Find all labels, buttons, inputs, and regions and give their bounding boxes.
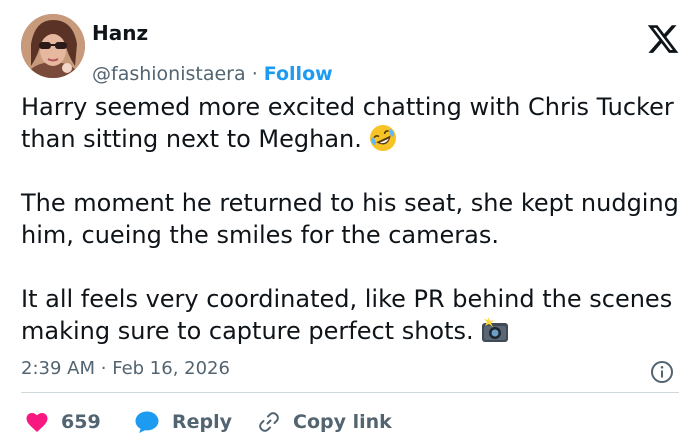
handle-separator: ·	[251, 63, 258, 85]
reply-bubble-icon	[135, 411, 159, 433]
tweet-timestamp[interactable]: 2:39 AM · Feb 16, 2026	[21, 357, 230, 381]
likes-count: 659	[61, 411, 101, 433]
link-icon	[259, 412, 279, 432]
camera-with-flash-emoji	[480, 315, 510, 345]
avatar[interactable]	[21, 14, 85, 78]
rolling-on-floor-laughing-emoji	[368, 123, 398, 153]
tweet-paragraph: It all feels very coordinated, like PR b…	[21, 283, 681, 347]
x-logo-icon[interactable]	[646, 22, 680, 56]
tweet-actions: 659 Reply Copy link	[21, 408, 681, 436]
heart-icon	[26, 413, 48, 432]
copy-link-button[interactable]: Copy link	[257, 408, 392, 436]
reply-label: Reply	[172, 411, 233, 433]
tweet-time[interactable]: 2:39 AM	[21, 358, 95, 379]
author-handle-line: @fashionistaera · Follow	[92, 62, 333, 86]
tweet-paragraph: Harry seemed more excited chatting with …	[21, 91, 681, 155]
divider	[21, 392, 679, 393]
author-name[interactable]: Hanz	[92, 21, 148, 45]
tweet-paragraph: The moment he returned to his seat, she …	[21, 189, 679, 249]
timestamp-separator: ·	[100, 358, 107, 379]
tweet-paragraph-text: It all feels very coordinated, like PR b…	[21, 285, 673, 345]
tweet-text: Harry seemed more excited chatting with …	[21, 91, 681, 347]
reply-button[interactable]: Reply	[134, 408, 232, 436]
follow-button[interactable]: Follow	[264, 63, 333, 85]
tweet-header: Hanz @fashionistaera · Follow	[21, 14, 681, 85]
copy-link-label: Copy link	[293, 411, 392, 433]
tweet-date[interactable]: Feb 16, 2026	[112, 358, 230, 379]
like-button[interactable]: 659	[25, 408, 101, 436]
author-handle[interactable]: @fashionistaera	[92, 63, 246, 85]
tweet-paragraph-text: Harry seemed more excited chatting with …	[21, 93, 674, 153]
info-icon[interactable]	[650, 360, 674, 384]
